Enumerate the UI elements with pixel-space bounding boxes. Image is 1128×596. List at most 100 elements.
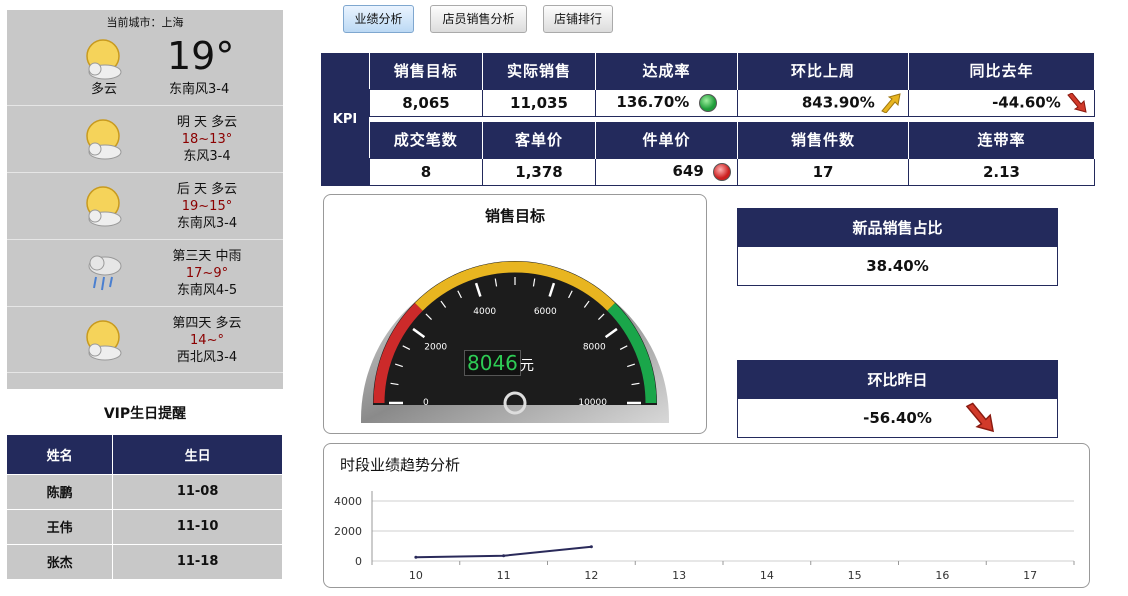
forecast-temp: 18~13° (181, 132, 233, 147)
vip-birthday-table: 姓名 生日 陈鹏 11-08 王伟 11-10 张杰 11-18 (7, 435, 283, 579)
x-tick-label: 17 (1023, 569, 1037, 582)
column-header-name: 姓名 (7, 435, 114, 474)
kpi-header-sales-target: 销售目标 (369, 53, 483, 89)
arrow-up-icon (881, 92, 901, 114)
hourly-trend-chart-panel: 时段业绩趋势分析 0 2000 4000 10 11 12 13 14 15 16 17 (323, 443, 1090, 588)
kpi-header-actual-sales: 实际销售 (482, 53, 596, 89)
x-tick-label: 11 (497, 569, 511, 582)
forecast-wind: 东风3-4 (183, 149, 231, 164)
speedometer-gauge: 0 2000 4000 6000 8000 10000 (361, 261, 669, 423)
tab-performance-analysis[interactable]: 业绩分析 (343, 5, 414, 33)
data-point (502, 554, 506, 558)
new-product-share-box: 新品销售占比 38.40% (737, 208, 1058, 286)
forecast-temp: 19~15° (181, 199, 233, 214)
forecast-wind: 东南风4-5 (176, 283, 238, 298)
kpi-header-avg-order: 客单价 (482, 122, 596, 158)
new-product-share-value: 38.40% (738, 247, 1057, 285)
forecast-day-label: 后 天 多云 (176, 182, 238, 197)
partly-cloudy-icon (86, 186, 122, 227)
kpi-unit-price: 649 (672, 162, 704, 181)
forecast-day-1: 明 天 多云 18~13° 东风3-4 (7, 105, 283, 172)
vip-name: 陈鹏 (7, 473, 114, 509)
forecast-day-3: 第三天 中雨 17~9° 东南风4-5 (7, 239, 283, 306)
gauge-tick-label: 0 (423, 398, 429, 408)
kpi-avg-order: 1,378 (482, 157, 596, 186)
table-row: 张杰 11-18 (7, 543, 283, 579)
kpi-header-vs-last-week: 环比上周 (737, 53, 909, 89)
tab-store-ranking[interactable]: 店铺排行 (543, 5, 613, 33)
weather-panel: 当前城市：上海 多云 19° 东南风3-4 明 天 多云 18~13° 东风3-… (7, 10, 283, 389)
y-tick-label: 4000 (334, 495, 362, 508)
x-tick-label: 14 (760, 569, 774, 582)
kpi-vs-last-week: 843.90% (801, 93, 875, 111)
gauge-tick-label: 2000 (424, 342, 447, 352)
rain-icon (88, 255, 122, 291)
column-header-birthday: 生日 (112, 435, 283, 474)
kpi-achievement-cell: 136.70% (595, 88, 738, 117)
kpi-transactions: 8 (369, 157, 483, 186)
kpi-header-attach-rate: 连带率 (908, 122, 1095, 158)
today-temp: 19° (167, 34, 235, 78)
kpi-header-items-sold: 销售件数 (737, 122, 909, 158)
partly-cloudy-icon (86, 119, 122, 160)
x-tick-label: 16 (935, 569, 949, 582)
table-row: 王伟 11-10 (7, 508, 283, 544)
arrow-down-icon (965, 402, 995, 433)
vip-name: 王伟 (7, 508, 114, 544)
y-tick-label: 0 (355, 555, 362, 568)
partly-cloudy-icon (86, 39, 122, 80)
gauge-value: 8046 (464, 350, 521, 376)
vip-birthday-title: VIP生日提醒 (103, 406, 187, 422)
kpi-achievement-rate: 136.70% (616, 93, 690, 112)
vs-yesterday-value: -56.40% (863, 409, 932, 427)
vip-birthday: 11-18 (112, 543, 283, 579)
vip-name: 张杰 (7, 543, 114, 579)
tab-staff-sales-analysis[interactable]: 店员销售分析 (430, 5, 527, 33)
table-row: 陈鹏 11-08 (7, 473, 283, 509)
x-tick-label: 13 (672, 569, 686, 582)
forecast-day-label: 明 天 多云 (176, 115, 238, 130)
gauge-tick-label: 4000 (473, 307, 496, 317)
data-point (589, 545, 593, 549)
x-tick-label: 10 (409, 569, 423, 582)
kpi-attach-rate: 2.13 (908, 157, 1095, 186)
forecast-temp: 14~° (190, 333, 224, 348)
kpi-actual-sales: 11,035 (482, 88, 596, 117)
red-status-icon (713, 162, 731, 181)
x-tick-label: 15 (848, 569, 862, 582)
forecast-day-label: 第三天 中雨 (172, 249, 242, 264)
forecast-day-label: 第四天 多云 (172, 316, 242, 331)
kpi-unit-price-cell: 649 (595, 157, 738, 186)
weather-today: 多云 19° 东南风3-4 (7, 30, 283, 97)
partly-cloudy-icon (86, 320, 122, 361)
kpi-vs-week-cell: 843.90% (737, 88, 909, 117)
today-wind: 东南风3-4 (169, 82, 230, 97)
kpi-table-bottom: 成交笔数 客单价 件单价 销售件数 连带率 8 1,378 649 17 2.1… (369, 122, 1095, 186)
vip-birthday: 11-08 (112, 473, 283, 509)
forecast-temp: 17~9° (185, 266, 229, 281)
gauge-tick-label: 10000 (578, 398, 607, 408)
line-chart: 0 2000 4000 10 11 12 13 14 15 16 17 (334, 491, 1075, 582)
kpi-vs-year-cell: -44.60% (908, 88, 1095, 117)
kpi-header-achievement-rate: 达成率 (595, 53, 738, 89)
kpi-items-sold: 17 (737, 157, 909, 186)
y-tick-label: 2000 (334, 525, 362, 538)
forecast-day-2: 后 天 多云 19~15° 东南风3-4 (7, 172, 283, 239)
vip-birthday: 11-10 (112, 508, 283, 544)
arrow-down-icon (1067, 91, 1087, 113)
forecast-wind: 东南风3-4 (176, 216, 238, 231)
sales-target-gauge-panel: 销售目标 0 2000 4000 6000 8000 10000 8046 元 (323, 194, 707, 434)
forecast-wind: 西北风3-4 (176, 350, 238, 365)
gauge-tick-label: 8000 (583, 342, 606, 352)
kpi-header-unit-price: 件单价 (595, 122, 738, 158)
x-tick-label: 12 (584, 569, 598, 582)
kpi-header-transactions: 成交笔数 (369, 122, 483, 158)
data-point (414, 555, 418, 559)
today-desc: 多云 (90, 82, 117, 97)
gauge-unit: 元 (520, 358, 534, 374)
kpi-sales-target: 8,065 (369, 88, 483, 117)
gauge-title: 销售目标 (484, 207, 545, 225)
vs-yesterday-body: -56.40% (738, 399, 1057, 437)
current-city: 当前城市：上海 (106, 16, 184, 29)
kpi-header-vs-last-year: 同比去年 (908, 53, 1095, 89)
